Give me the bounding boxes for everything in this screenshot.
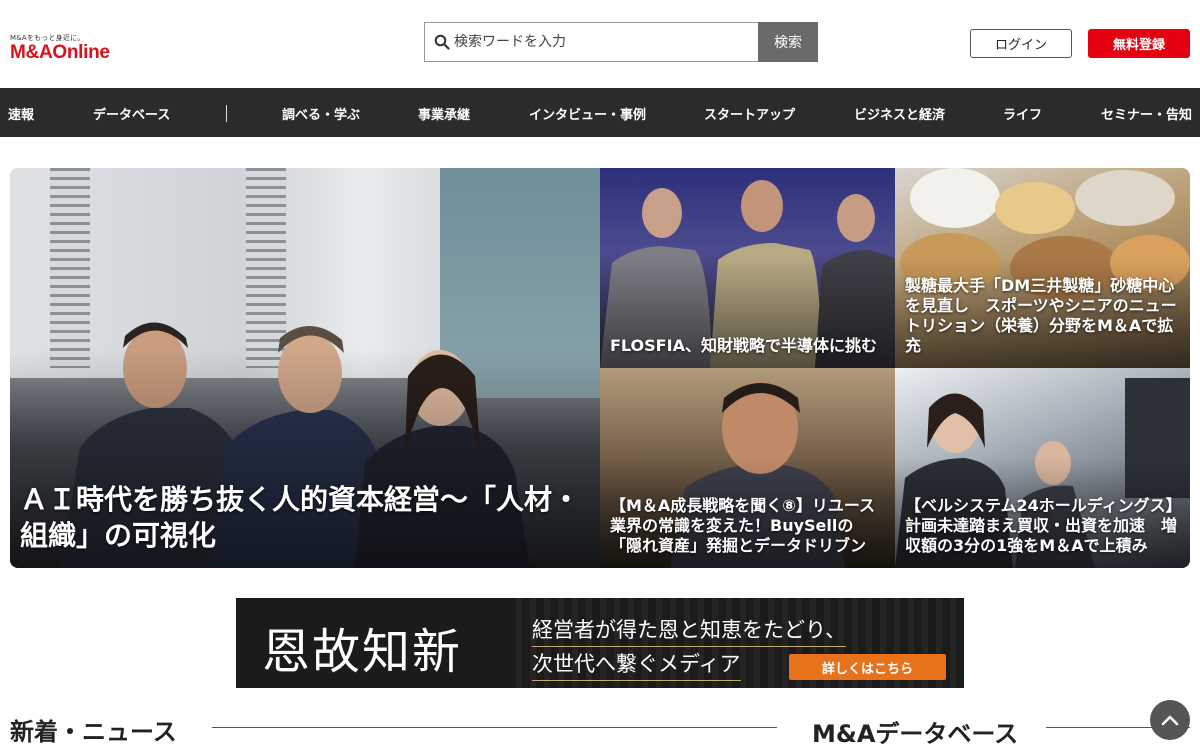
nav-item-life[interactable]: ライフ — [1003, 104, 1042, 123]
login-button[interactable]: ログイン — [970, 29, 1072, 58]
nav-item-startup[interactable]: スタートアップ — [704, 104, 795, 123]
featured-article-1[interactable]: FLOSFIA、知財戦略で半導体に挑む — [600, 168, 895, 368]
database-section-title: M&Aデータベース — [812, 720, 1019, 748]
nav-divider — [226, 105, 227, 122]
search-box — [424, 22, 758, 62]
promo-banner[interactable]: 恩故知新 経営者が得た恩と知恵をたどり、 次世代へ繋ぐメディア 詳しくはこちら — [236, 598, 964, 688]
featured-article-title: 【M＆A成長戦略を聞く⑧】リユース業界の常識を変えた！BuySellの「隠れ資産… — [610, 496, 876, 555]
news-section-title: 新着・ニュース — [10, 718, 177, 746]
banner-cta-button[interactable]: 詳しくはこちら — [789, 654, 946, 680]
main-nav: 速報 データベース 調べる・学ぶ 事業承継 インタビュー・事例 スタートアップ … — [0, 88, 1200, 137]
site-header: M&Aをもっと身近に。 M&AOnline 検索 ログイン 無料登録 — [0, 0, 1200, 88]
back-to-top-button[interactable] — [1150, 700, 1190, 740]
nav-item-business[interactable]: ビジネスと経済 — [854, 104, 945, 123]
nav-item-breaking[interactable]: 速報 — [8, 104, 34, 123]
featured-article-title: 製糖最大手「DM三井製糖」砂糖中心を見直し スポーツやシニアのニュートリション（… — [905, 276, 1177, 355]
nav-item-seminars[interactable]: セミナー・告知 — [1101, 104, 1192, 123]
register-button[interactable]: 無料登録 — [1088, 29, 1190, 58]
section-divider — [212, 727, 777, 728]
search-input[interactable] — [454, 34, 734, 50]
banner-headline: 恩故知新 — [262, 624, 463, 680]
chevron-up-icon — [1161, 715, 1179, 726]
featured-main-title: ＡＩ時代を勝ち抜く人的資本経営～「人材・組織」の可視化 — [20, 483, 581, 552]
featured-article-2[interactable]: 製糖最大手「DM三井製糖」砂糖中心を見直し スポーツやシニアのニュートリション（… — [895, 168, 1190, 368]
banner-line-2: 次世代へ繋ぐメディア — [532, 648, 741, 681]
featured-article-4[interactable]: 【ベルシステム24ホールディングス】計画未達踏まえ買収・出資を加速 増収額の3分… — [895, 368, 1190, 568]
logo-tagline: M&Aをもっと身近に。 — [10, 34, 85, 42]
search-icon — [434, 34, 450, 50]
featured-main-article[interactable]: ＡＩ時代を勝ち抜く人的資本経営～「人材・組織」の可視化 — [10, 168, 600, 568]
featured-article-title: 【ベルシステム24ホールディングス】計画未達踏まえ買収・出資を加速 増収額の3分… — [905, 496, 1178, 555]
nav-item-database[interactable]: データベース — [93, 104, 170, 123]
site-logo[interactable]: M&Aをもっと身近に。 M&AOnline — [10, 34, 110, 64]
featured-article-3[interactable]: 【M＆A成長戦略を聞く⑧】リユース業界の常識を変えた！BuySellの「隠れ資産… — [600, 368, 895, 568]
featured-article-title: FLOSFIA、知財戦略で半導体に挑む — [610, 336, 877, 355]
nav-item-learn[interactable]: 調べる・学ぶ — [282, 104, 360, 123]
nav-item-interviews[interactable]: インタビュー・事例 — [529, 104, 646, 123]
featured-articles: ＡＩ時代を勝ち抜く人的資本経営～「人材・組織」の可視化 FLOSFIA、知財戦略… — [10, 168, 1190, 568]
search-button[interactable]: 検索 — [758, 22, 818, 62]
logo-brand: M&AOnline — [10, 42, 110, 63]
banner-line-1: 経営者が得た恩と知恵をたどり、 — [532, 614, 847, 647]
nav-item-succession[interactable]: 事業承継 — [418, 104, 470, 123]
search-form: 検索 — [424, 22, 818, 62]
